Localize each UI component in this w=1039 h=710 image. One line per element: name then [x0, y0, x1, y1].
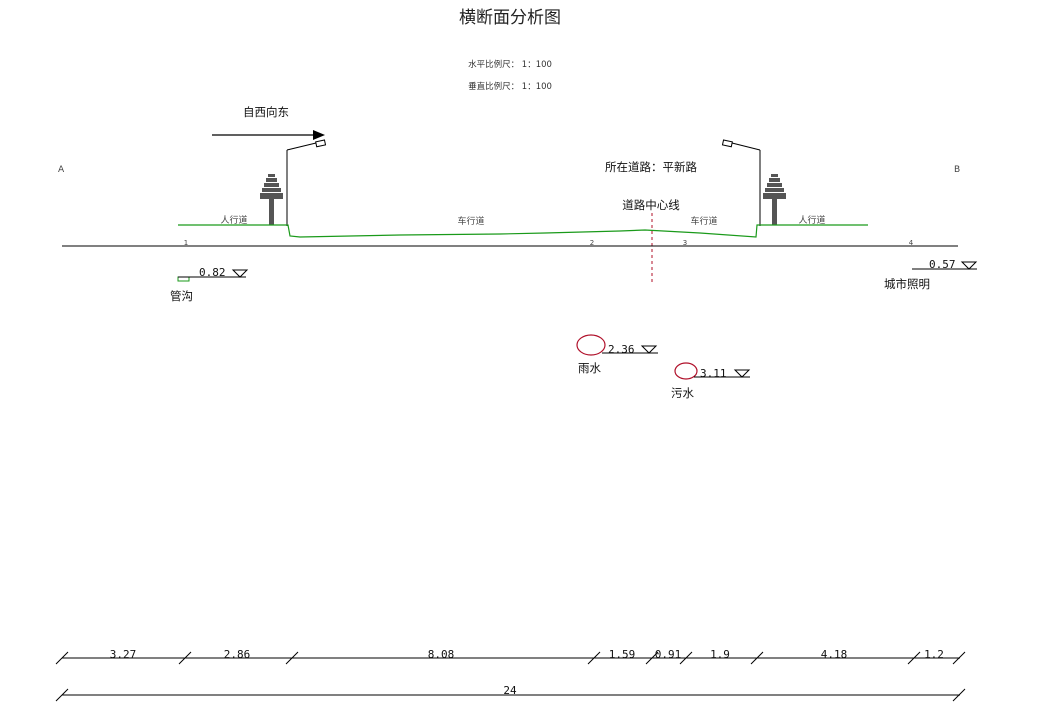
lane-label-carriageway-left: 车行道 [457, 215, 484, 227]
road-surface-profile [178, 224, 868, 238]
diagram-title: 横断面分析图 [459, 8, 561, 28]
street-lamp-left-icon [286, 139, 327, 226]
stormwater-depth: 2.36 [608, 343, 635, 356]
elevation-marker-icon [733, 369, 751, 378]
stormwater-label: 雨水 [578, 361, 601, 375]
tree-right-icon [763, 174, 786, 225]
sewage-depth: 3.11 [700, 367, 727, 380]
stormwater-pipe-icon [576, 334, 606, 356]
total-width: 24 [503, 684, 517, 697]
utility-trench: 0.82 管沟 [170, 266, 249, 303]
utility-stormwater: 2.36 雨水 [576, 334, 658, 375]
elevation-marker-icon [640, 345, 658, 354]
road-name-label: 所在道路：平新路 [605, 160, 697, 174]
lane-label-sidewalk-left: 人行道 [220, 214, 247, 226]
direction-label: 自西向东 [243, 105, 289, 119]
total-dimension-line: 24 [55, 684, 966, 702]
segment-dimension-line: 3.27 2.86 8.08 1.59 0.91 1.9 4.18 1.2 [55, 648, 966, 665]
lighting-label: 城市照明 [884, 277, 930, 291]
trench-label: 管沟 [170, 289, 193, 303]
lane-label-carriageway-right: 车行道 [690, 215, 717, 227]
utility-street-lighting: 0.57 城市照明 [884, 258, 978, 291]
trench-depth: 0.82 [199, 266, 226, 279]
segment-3: 8.08 [428, 648, 455, 661]
vertical-scale: 垂直比例尺： 1：100 [468, 81, 552, 92]
segment-1: 3.27 [110, 648, 137, 661]
segment-5: 0.91 [655, 648, 682, 661]
lane-label-sidewalk-right: 人行道 [798, 214, 825, 226]
segment-2: 2.86 [224, 648, 251, 661]
lighting-depth: 0.57 [929, 258, 956, 271]
sewage-label: 污水 [671, 386, 694, 400]
ground-point-2: 2 [590, 239, 594, 247]
horizontal-scale: 水平比例尺： 1：100 [468, 59, 552, 70]
endpoint-a: A [58, 165, 65, 175]
ground-point-4: 4 [909, 239, 914, 247]
ground-point-3: 3 [683, 239, 687, 247]
direction-arrow-icon [212, 130, 325, 140]
ground-point-1: 1 [184, 239, 188, 247]
trench-icon [177, 276, 190, 282]
sewage-pipe-icon [674, 362, 698, 380]
utility-sewage: 3.11 污水 [671, 362, 751, 400]
tree-left-icon [260, 174, 283, 225]
centerline-label: 道路中心线 [622, 198, 680, 212]
cross-section-diagram: 横断面分析图 水平比例尺： 1：100 垂直比例尺： 1：100 自西向东 A … [55, 8, 978, 702]
elevation-marker-icon [231, 269, 249, 278]
segment-7: 4.18 [821, 648, 848, 661]
street-lamp-right-icon [721, 139, 761, 226]
segment-4: 1.59 [609, 648, 636, 661]
segment-8: 1.2 [924, 648, 944, 661]
endpoint-b: B [954, 165, 960, 175]
segment-6: 1.9 [710, 648, 730, 661]
elevation-marker-icon [960, 261, 978, 270]
